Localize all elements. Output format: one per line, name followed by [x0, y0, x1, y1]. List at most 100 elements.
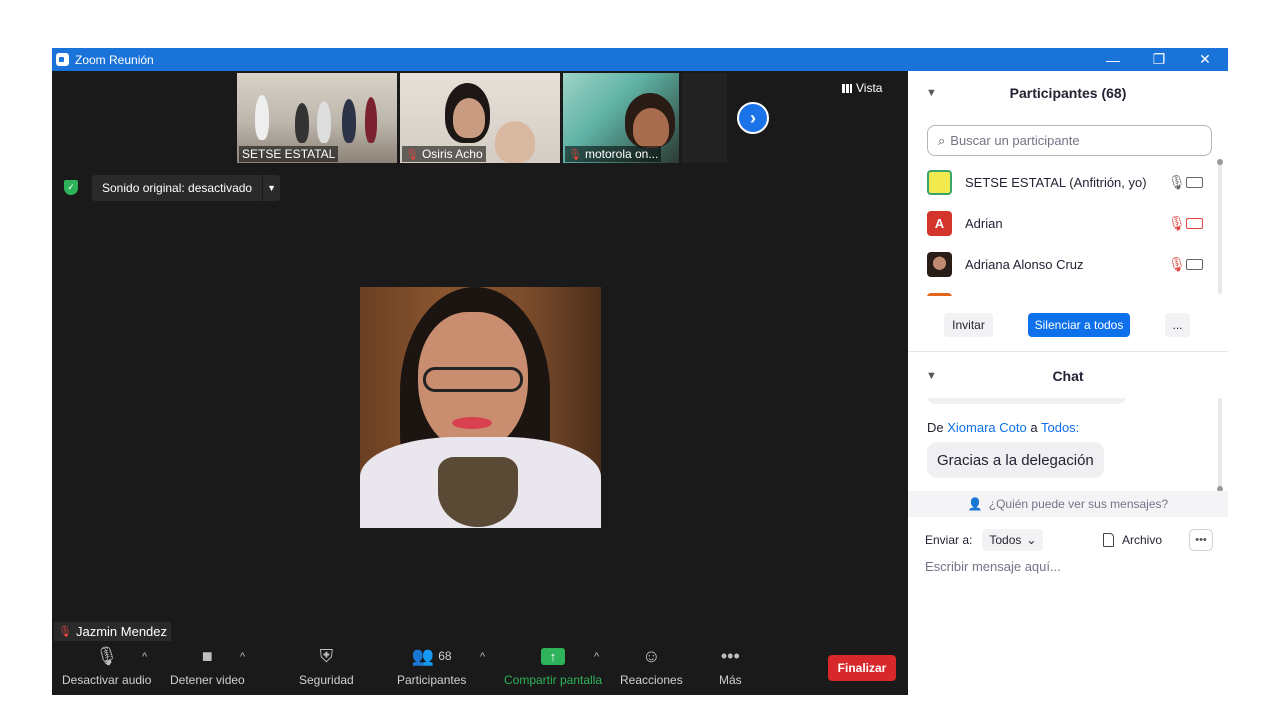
window-title: Zoom Reunión	[75, 52, 154, 67]
mute-all-button[interactable]: Silenciar a todos	[1028, 313, 1130, 337]
invite-button[interactable]: Invitar	[944, 313, 993, 337]
video-thumbnail[interactable]: 🎙 Osiris Acho	[400, 73, 560, 163]
participant-actions: Invitar Silenciar a todos ...	[908, 313, 1228, 339]
active-speaker-photo	[360, 287, 601, 528]
thumbnail-name: 🎙 motorola on...	[565, 146, 662, 162]
participant-name: Adrian	[965, 216, 1003, 231]
chat-title: Chat	[1052, 368, 1084, 384]
side-panel: ▼ Participantes (68) ⌕ Buscar un partici…	[908, 71, 1228, 672]
more-button[interactable]: ••• Más	[719, 643, 742, 688]
microphone-icon[interactable]: 🎙	[1168, 174, 1186, 191]
chevron-down-icon[interactable]: ▼	[262, 175, 280, 201]
video-options-caret-icon[interactable]: ^	[240, 651, 245, 663]
send-to-label: Enviar a:	[925, 533, 973, 547]
muted-mic-icon: 🎙	[58, 626, 72, 638]
video-thumbnail[interactable]: SETSE ESTATAL	[237, 73, 397, 163]
participants-header: ▼ Participantes (68)	[908, 71, 1228, 115]
participant-row[interactable]: Adriana Alonso Cruz 🎙	[908, 244, 1220, 285]
next-page-button[interactable]: ›	[737, 102, 769, 134]
view-button[interactable]: Vista	[842, 81, 882, 95]
video-camera-icon: ■	[201, 645, 213, 666]
avatar: A	[927, 211, 952, 236]
video-camera-icon[interactable]	[1186, 259, 1203, 270]
security-button[interactable]: ⛨ Seguridad	[299, 643, 354, 688]
search-icon: ⌕	[938, 132, 946, 148]
microphone-icon: 🎙	[95, 645, 119, 666]
meeting-toolbar: 🎙 Desactivar audio ^ ■ Detener video ^ ⛨…	[52, 643, 908, 695]
participant-name: Adriana Alonso Cruz	[965, 257, 1084, 272]
collapse-chevron-icon[interactable]: ▼	[926, 87, 937, 99]
who-can-see-messages-link[interactable]: 👤 ¿Quién puede ver sus mensajes?	[908, 491, 1228, 517]
person-icon: 👤	[967, 497, 983, 511]
chat-sender[interactable]: Xiomara Coto	[947, 420, 1026, 435]
participant-row[interactable]	[908, 285, 1220, 296]
mute-audio-button[interactable]: 🎙 Desactivar audio	[62, 643, 151, 688]
participant-row[interactable]: SETSE ESTATAL (Anfitrión, yo) 🎙	[908, 162, 1220, 203]
avatar	[927, 293, 952, 296]
participant-list-scrollbar[interactable]	[1217, 159, 1223, 294]
thumbnail-name: 🎙 Osiris Acho	[402, 146, 486, 162]
chat-recipient[interactable]: Todos:	[1041, 420, 1079, 435]
video-thumbnail-empty	[682, 73, 727, 163]
chat-more-button[interactable]: •••	[1189, 529, 1213, 551]
stop-video-button[interactable]: ■ Detener video	[170, 643, 245, 688]
document-icon	[1103, 533, 1114, 547]
grid-icon	[842, 83, 852, 93]
avatar	[927, 170, 952, 195]
encryption-shield-icon[interactable]: ✓	[64, 180, 78, 195]
video-thumbnail[interactable]: 🎙 motorola on...	[563, 73, 679, 163]
security-shield-icon: ⛨	[319, 645, 334, 666]
original-sound-label: Sonido original: desactivado	[102, 181, 253, 195]
avatar	[927, 252, 952, 277]
participant-name: SETSE ESTATAL (Anfitrión, yo)	[965, 175, 1147, 190]
previous-message-bubble	[927, 398, 1126, 404]
reactions-smiley-icon: ☺	[642, 645, 661, 666]
share-options-caret-icon[interactable]: ^	[594, 651, 599, 663]
muted-mic-icon[interactable]: 🎙	[1168, 215, 1186, 232]
zoom-window: Zoom Reunión — ❐ ✕ SETSE ESTATAL 🎙 Osiris…	[52, 48, 1228, 695]
search-placeholder: Buscar un participante	[950, 133, 1080, 148]
thumbnail-strip: SETSE ESTATAL 🎙 Osiris Acho 🎙 motorola on.…	[237, 73, 727, 163]
muted-mic-icon: 🎙	[405, 149, 419, 161]
share-screen-icon: ↑	[541, 647, 566, 665]
chevron-down-icon: ⌄	[1026, 533, 1037, 547]
participants-more-button[interactable]: ...	[1165, 313, 1190, 337]
participants-button[interactable]: 👥 68 Participantes	[397, 643, 466, 688]
file-button[interactable]: Archivo	[1103, 533, 1162, 547]
video-area: SETSE ESTATAL 🎙 Osiris Acho 🎙 motorola on.…	[52, 71, 908, 695]
restore-button[interactable]: ❐	[1136, 48, 1182, 71]
chat-message-input[interactable]: Escribir mensaje aquí...	[925, 559, 1061, 574]
more-dots-icon: •••	[720, 645, 740, 666]
participants-count: 68	[438, 649, 452, 663]
audio-options-caret-icon[interactable]: ^	[142, 651, 147, 663]
chat-messages[interactable]: De Xiomara Coto a Todos: Gracias a la de…	[908, 398, 1228, 491]
chat-message-bubble: Gracias a la delegación	[927, 442, 1104, 478]
participants-title: Participantes (68)	[1009, 85, 1127, 101]
video-camera-icon[interactable]	[1186, 177, 1203, 188]
chat-scrollbar[interactable]	[1217, 398, 1223, 492]
chat-header: ▼ Chat	[908, 354, 1228, 398]
active-speaker-name: Jazmin Mendez	[75, 624, 168, 639]
participants-options-caret-icon[interactable]: ^	[480, 651, 485, 663]
active-speaker-name-tag: 🎙 Jazmin Mendez	[54, 622, 172, 641]
participant-list[interactable]: SETSE ESTATAL (Anfitrión, yo) 🎙 A Adrian…	[908, 162, 1220, 296]
zoom-logo-icon	[56, 53, 69, 66]
close-button[interactable]: ✕	[1182, 48, 1228, 71]
send-to-dropdown[interactable]: Todos ⌄	[982, 529, 1044, 551]
divider	[908, 351, 1228, 352]
muted-mic-icon: 🎙	[568, 149, 582, 161]
reactions-button[interactable]: ☺ Reacciones	[620, 643, 683, 688]
send-to-row: Enviar a: Todos ⌄ Archivo •••	[925, 527, 1215, 553]
collapse-chevron-icon[interactable]: ▼	[926, 370, 937, 382]
share-screen-button[interactable]: ↑ Compartir pantalla	[504, 643, 602, 687]
participant-row[interactable]: A Adrian 🎙	[908, 203, 1220, 244]
thumbnail-name: SETSE ESTATAL	[239, 146, 339, 162]
chat-message-header: De Xiomara Coto a Todos:	[927, 420, 1080, 435]
participant-search-input[interactable]: ⌕ Buscar un participante	[927, 125, 1212, 156]
end-meeting-button[interactable]: Finalizar	[828, 655, 896, 681]
original-sound-toggle[interactable]: Sonido original: desactivado ▼	[92, 175, 281, 201]
video-off-icon[interactable]	[1186, 218, 1203, 229]
muted-mic-icon[interactable]: 🎙	[1168, 256, 1186, 273]
participants-icon: 👥	[411, 645, 435, 666]
minimize-button[interactable]: —	[1090, 48, 1136, 71]
